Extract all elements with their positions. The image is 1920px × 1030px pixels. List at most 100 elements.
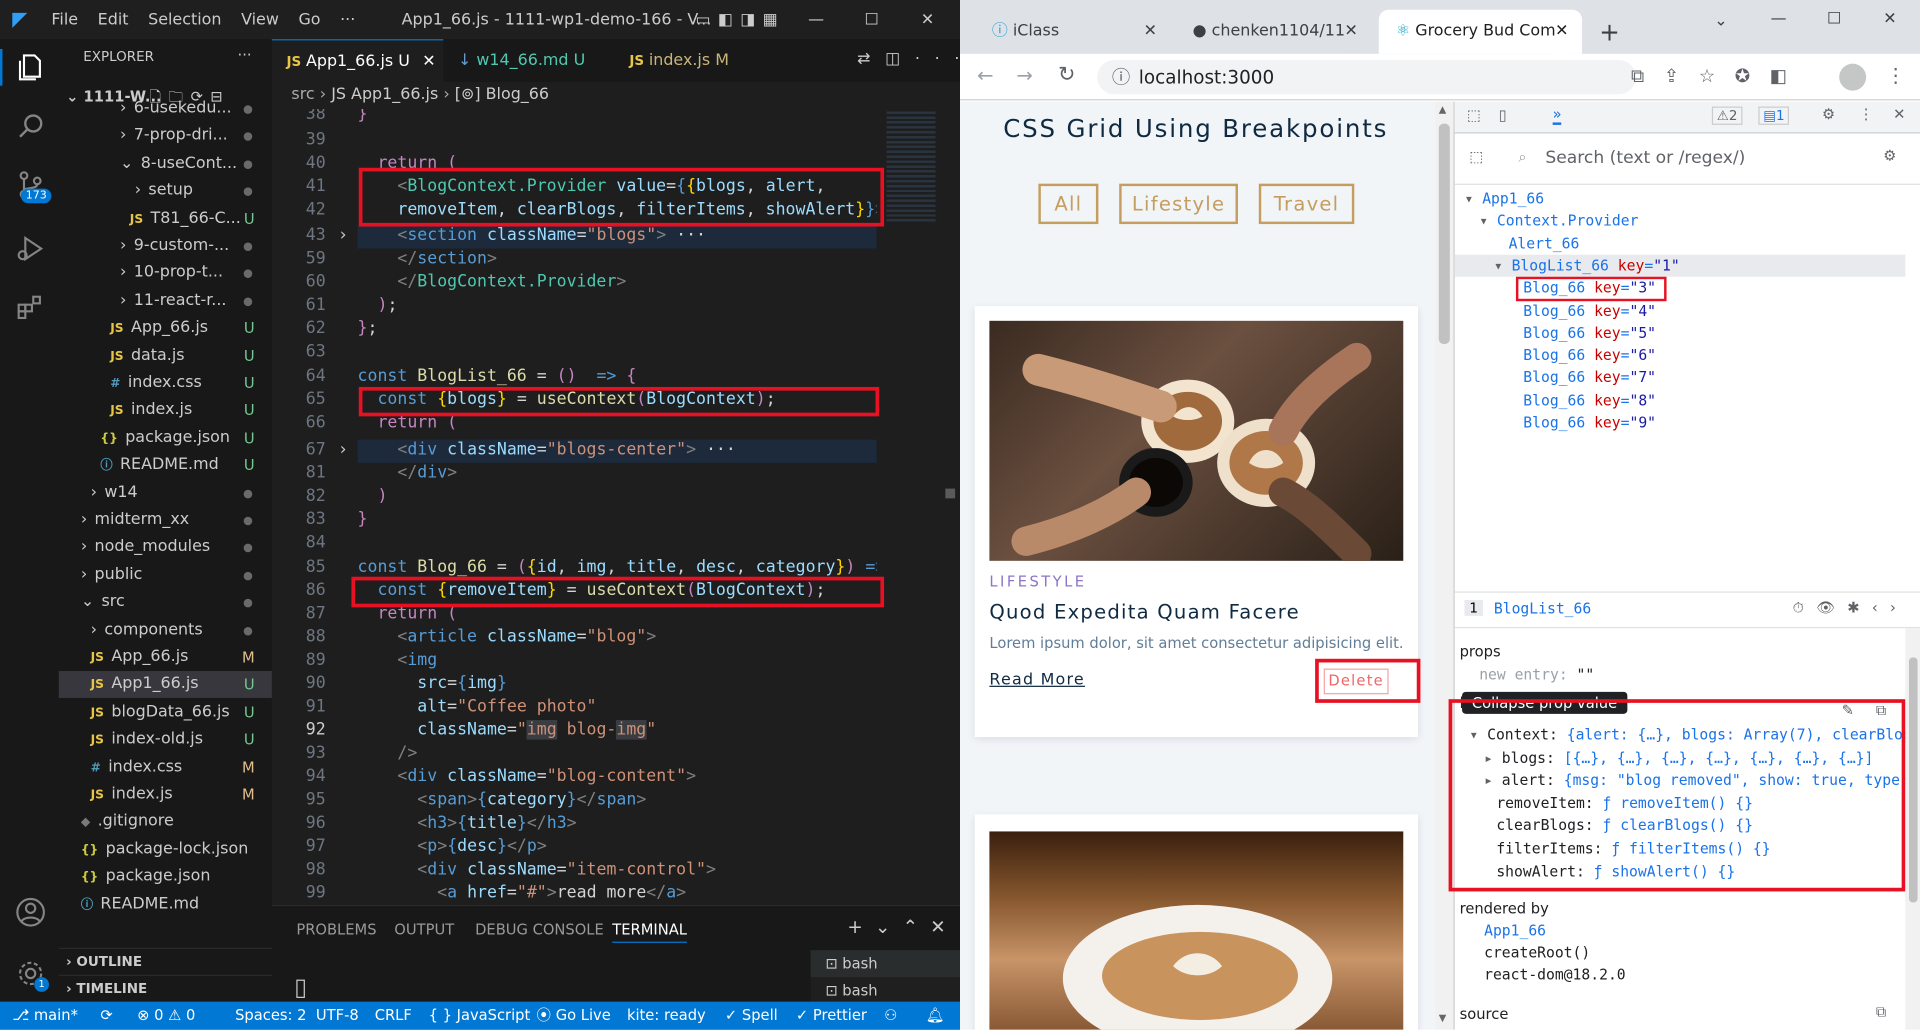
timeline-section[interactable]: › TIMELINE bbox=[58, 974, 272, 1002]
explorer-more-button[interactable]: ··· bbox=[238, 47, 252, 64]
tab-app1[interactable]: JS App1_66.js U ✕ bbox=[271, 39, 444, 83]
tree-item[interactable]: # index.css U bbox=[59, 370, 272, 397]
tree-item[interactable]: ⌄ 8-useCont... bbox=[59, 150, 272, 177]
tree-item[interactable]: › w14 bbox=[59, 480, 272, 507]
account-icon[interactable] bbox=[15, 896, 47, 928]
tree-item[interactable]: JS blogData_66.js U bbox=[59, 699, 272, 726]
browser-tab-grocery-bud[interactable]: ⚛ Grocery Bud Com ✕ bbox=[1378, 9, 1583, 54]
tree-item[interactable]: › public bbox=[59, 562, 272, 589]
fold-chevron-icon[interactable]: › bbox=[338, 225, 348, 245]
panel-actions[interactable]: +⌄⌃✕ bbox=[847, 916, 958, 938]
status-encoding[interactable]: UTF-8 bbox=[316, 1002, 359, 1030]
status-problems[interactable]: ⊗ 0 ⚠ 0 bbox=[137, 1002, 195, 1030]
tree-item[interactable]: JS data.js U bbox=[59, 342, 272, 369]
tree-item[interactable]: › setup bbox=[59, 178, 272, 205]
status-spaces[interactable]: Spaces: 2 bbox=[235, 1002, 306, 1030]
component-tree-item[interactable]: ▾ App1_66 bbox=[1455, 187, 1906, 209]
fold-chevron-icon[interactable]: › bbox=[338, 440, 348, 460]
status-branch[interactable]: ⎇ main* bbox=[12, 1002, 78, 1030]
menu-view[interactable]: View bbox=[241, 10, 279, 28]
component-search-input[interactable]: Search (text or /regex/) bbox=[1545, 148, 1745, 168]
menu-selection[interactable]: Selection bbox=[148, 10, 221, 28]
new-tab-button[interactable]: + bbox=[1599, 17, 1620, 46]
inspect-element-icon[interactable]: ⬚ bbox=[1467, 107, 1481, 124]
minimize-icon[interactable]: — bbox=[808, 10, 824, 28]
tree-item[interactable]: ⓘ README.md bbox=[59, 891, 272, 918]
copy-source-icon[interactable]: ⧉ bbox=[1876, 1003, 1887, 1021]
tree-item[interactable]: ⌄ src bbox=[59, 589, 272, 616]
extensions-icon[interactable] bbox=[15, 291, 47, 323]
tree-item[interactable]: ⓘ README.md U bbox=[59, 452, 272, 479]
panel-tab-problems[interactable]: PROBLEMS bbox=[296, 921, 376, 938]
tree-item[interactable]: {} package.json bbox=[59, 864, 272, 891]
menu-edit[interactable]: Edit bbox=[98, 10, 129, 28]
status-spell[interactable]: ✓ Spell bbox=[725, 1002, 778, 1030]
close-icon[interactable]: ✕ bbox=[921, 10, 934, 28]
filter-lifestyle-button[interactable]: Lifestyle bbox=[1119, 183, 1238, 225]
search-icon[interactable] bbox=[15, 110, 47, 142]
status-eol[interactable]: CRLF bbox=[375, 1002, 412, 1030]
editor-action-icons[interactable]: ⇄◫··· bbox=[857, 50, 974, 68]
tree-item[interactable]: JS index.js M bbox=[59, 781, 272, 808]
status-kite[interactable]: kite: ready bbox=[627, 1002, 706, 1030]
reload-icon[interactable]: ↻ bbox=[1058, 62, 1075, 86]
tree-item[interactable]: ◆ .gitignore bbox=[59, 809, 272, 836]
outline-section[interactable]: › OUTLINE bbox=[58, 947, 272, 975]
tree-item[interactable]: # index.css M bbox=[59, 754, 272, 781]
tree-item[interactable]: › 6-usekedu... bbox=[59, 96, 272, 123]
profile-avatar[interactable] bbox=[1839, 63, 1867, 91]
tree-item[interactable]: › 10-prop-t... bbox=[59, 260, 272, 287]
browser-tab-github[interactable]: ● chenken1104/111 ✕ bbox=[1176, 9, 1372, 54]
devtools-close-icon[interactable]: ✕ bbox=[1893, 105, 1905, 122]
tab-index-js[interactable]: JS index.js M bbox=[615, 39, 762, 82]
close-icon[interactable]: ✕ bbox=[1883, 10, 1896, 28]
component-tree-item[interactable]: Blog_66 key="9" bbox=[1455, 411, 1906, 433]
browser-tab-iclass[interactable]: ⓘ iClass ✕ bbox=[975, 10, 1171, 54]
tree-item[interactable]: JS App_66.js U bbox=[59, 315, 272, 342]
address-bar[interactable]: ⓘ localhost:3000 bbox=[1097, 60, 1636, 95]
component-tree-item[interactable]: Blog_66 key="4" bbox=[1455, 299, 1906, 321]
devtools-scrollbar[interactable] bbox=[1905, 628, 1920, 1030]
rendered-by-app[interactable]: App1_66 bbox=[1484, 920, 1546, 942]
layout-icons[interactable]: ▭◧◨▦ bbox=[696, 10, 786, 28]
tab-w14-md[interactable]: ↓ w14_66.md U bbox=[443, 39, 614, 82]
chrome-menu-icon[interactable]: ⋮ bbox=[1886, 64, 1906, 87]
code-editor[interactable]: 38 39 40 41 42 43 59 60 61 62 63 64 65 66 67 81 82 83 84 85… bbox=[272, 109, 877, 905]
status-prettier[interactable]: ✓ Prettier bbox=[796, 1002, 867, 1030]
component-tree-item[interactable]: Blog_66 key="8" bbox=[1455, 389, 1906, 411]
tree-item[interactable]: › components bbox=[59, 617, 272, 644]
back-icon[interactable]: ← bbox=[977, 64, 993, 87]
panel-tab-debug-console[interactable]: DEBUG CONSOLE bbox=[475, 921, 604, 938]
menu-go[interactable]: Go bbox=[298, 10, 320, 28]
tab-search-icon[interactable]: ⌄ bbox=[1714, 12, 1727, 30]
issues-badge[interactable]: ▤1 bbox=[1758, 106, 1790, 125]
status-feedback-icon[interactable]: ⚇ bbox=[884, 1002, 897, 1030]
tree-item[interactable]: JS App_66.js M bbox=[59, 644, 272, 671]
component-tree-item[interactable]: Blog_66 key="5" bbox=[1455, 322, 1906, 344]
status-language[interactable]: { } JavaScript bbox=[429, 1002, 531, 1030]
explorer-icon[interactable] bbox=[15, 51, 47, 83]
component-tree-item[interactable]: Blog_66 key="6" bbox=[1455, 344, 1906, 366]
component-tree-item[interactable]: ▾ Context.Provider bbox=[1455, 210, 1906, 232]
tree-item[interactable]: JS index-old.js U bbox=[59, 726, 272, 753]
tree-item[interactable]: › 7-prop-dri... bbox=[59, 123, 272, 150]
component-tree-item[interactable]: Alert_66 bbox=[1455, 232, 1906, 254]
toolbar-icons[interactable]: ⧉⇪☆✪◧ bbox=[1631, 65, 1807, 87]
component-tool-icons[interactable]: ⏱👁✱‹› bbox=[1793, 599, 1908, 617]
more-tabs-icon[interactable]: » bbox=[1552, 105, 1562, 125]
run-debug-icon[interactable] bbox=[15, 233, 47, 265]
maximize-icon[interactable]: ☐ bbox=[864, 10, 878, 28]
read-more-link[interactable]: Read More bbox=[989, 671, 1085, 689]
panel-tab-output[interactable]: OUTPUT bbox=[394, 921, 454, 938]
tree-item[interactable]: {} package-lock.json bbox=[59, 836, 272, 863]
tree-item[interactable]: JS T81_66-C... U bbox=[59, 205, 272, 232]
breadcrumb-symbol[interactable]: [⊚] Blog_66 bbox=[455, 86, 549, 104]
tree-item[interactable]: › 11-react-r... bbox=[59, 288, 272, 315]
filter-all-button[interactable]: All bbox=[1038, 183, 1099, 225]
maximize-icon[interactable]: ☐ bbox=[1827, 10, 1841, 28]
component-tree-item[interactable]: ▾ BlogList_66 key="1" bbox=[1454, 254, 1906, 277]
minimap[interactable] bbox=[876, 108, 961, 905]
minimize-icon[interactable]: — bbox=[1771, 10, 1787, 28]
panel-tab-terminal[interactable]: TERMINAL bbox=[612, 921, 687, 943]
warnings-badge[interactable]: ⚠2 bbox=[1711, 106, 1743, 125]
